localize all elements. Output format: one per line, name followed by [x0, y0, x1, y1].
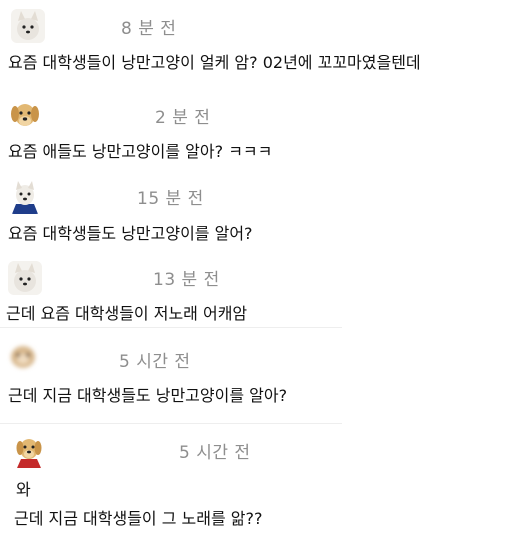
- comment-text: 요즘 대학생들도 낭만고양이를 알어?: [8, 224, 253, 243]
- blurred-dog-icon[interactable]: [6, 340, 40, 374]
- comment-text: 근데 요즘 대학생들이 저노래 어캐암: [6, 304, 248, 323]
- comment-timestamp: 5 시간 전: [119, 352, 191, 372]
- comment-text: 요즘 대학생들이 낭만고양이 얼케 암? 02년에 꼬꼬마였을텐데: [8, 53, 421, 72]
- comment-text: 근데 지금 대학생들이 그 노래를 앎??: [14, 509, 263, 528]
- white-dog-icon[interactable]: [11, 9, 45, 43]
- puppy-red-shirt-icon[interactable]: [12, 434, 46, 468]
- comment-timestamp: 2 분 전: [155, 108, 211, 128]
- comment-text: 와: [16, 480, 31, 499]
- comment-timestamp: 5 시간 전: [179, 443, 251, 463]
- comment-divider: [0, 327, 342, 328]
- comment-divider: [0, 423, 342, 424]
- white-dog-blue-shirt-icon[interactable]: [8, 180, 42, 214]
- comment-timestamp: 8 분 전: [121, 19, 177, 39]
- comment-timestamp: 15 분 전: [137, 189, 204, 209]
- golden-puppy-icon[interactable]: [8, 98, 42, 132]
- comment-timestamp: 13 분 전: [153, 270, 220, 290]
- comment-text: 근데 지금 대학생들도 낭만고양이를 알아?: [8, 386, 288, 405]
- white-dog-icon[interactable]: [8, 261, 42, 295]
- comment-text: 요즘 애들도 낭만고양이를 알아? ㅋㅋㅋ: [8, 142, 273, 161]
